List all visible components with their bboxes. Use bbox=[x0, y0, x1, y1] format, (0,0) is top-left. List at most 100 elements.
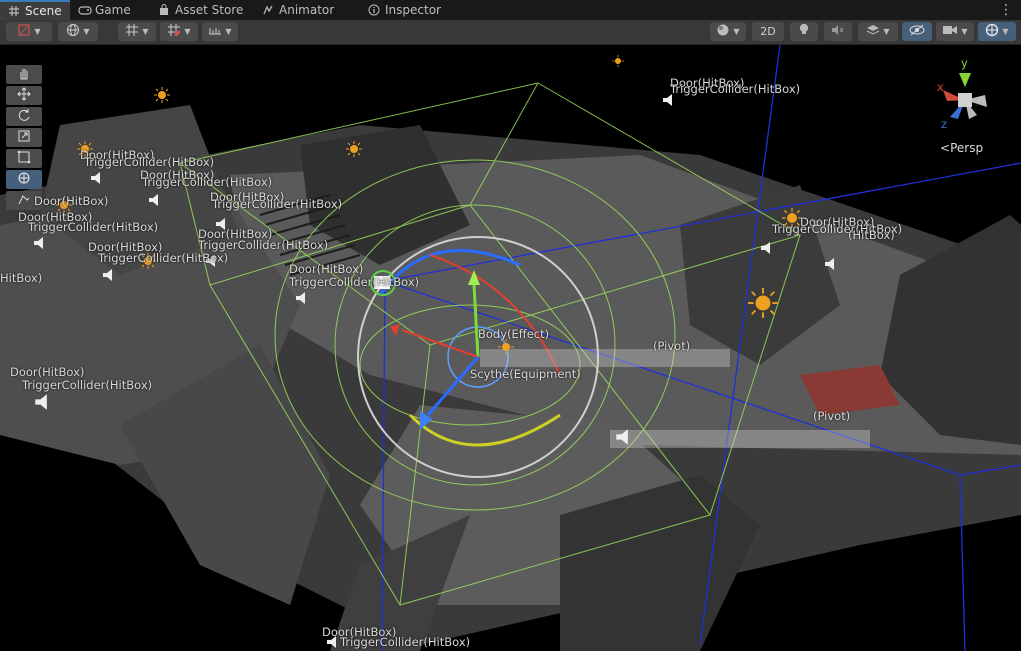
effects-dropdown[interactable]: ▼ bbox=[858, 22, 898, 41]
tab-scene[interactable]: Scene bbox=[0, 0, 70, 20]
chevron-down-icon: ▼ bbox=[961, 27, 968, 36]
audio-source-icon bbox=[34, 393, 52, 411]
move-tool-button[interactable] bbox=[6, 86, 42, 105]
move-arrows-icon bbox=[17, 87, 31, 104]
light-icon bbox=[498, 339, 514, 355]
tab-asset-store[interactable]: Asset Store bbox=[150, 0, 254, 20]
render-mode-dropdown[interactable]: ▼ bbox=[58, 22, 98, 41]
ruler-snap-button[interactable]: ▼ bbox=[202, 22, 238, 41]
scene-viewport[interactable]: y x z <Persp Door(HitBox) TriggerCollide… bbox=[0, 45, 1021, 651]
object-label: TriggerCollider(HitBox) bbox=[22, 378, 153, 392]
audio-toggle-button[interactable] bbox=[824, 22, 852, 41]
2d-toggle-button[interactable]: 2D bbox=[752, 22, 784, 41]
hand-icon bbox=[17, 66, 31, 83]
object-label: Door(HitBox) bbox=[289, 262, 364, 276]
chevron-down-icon: ▼ bbox=[83, 27, 90, 36]
tab-label: Asset Store bbox=[175, 3, 244, 17]
tab-label: Game bbox=[95, 3, 131, 17]
tab-label: Inspector bbox=[385, 3, 441, 17]
axis-z-label: z bbox=[941, 117, 948, 131]
object-label: (HitBox) bbox=[848, 228, 895, 242]
rotate-tool-button[interactable] bbox=[6, 107, 42, 126]
window-tab-bar: Scene Game Asset Store Animator Inspecto… bbox=[0, 0, 1021, 20]
object-label: TriggerCollider(HitBox) bbox=[289, 275, 420, 289]
info-icon bbox=[368, 4, 380, 16]
light-icon bbox=[154, 87, 170, 103]
object-label: (Pivot) bbox=[653, 339, 691, 353]
custom-tool-icon bbox=[17, 192, 31, 209]
animator-icon bbox=[262, 4, 274, 16]
chevron-down-icon: ▼ bbox=[883, 27, 890, 36]
axis-y-label: y bbox=[961, 56, 968, 70]
sphere-icon bbox=[716, 23, 730, 40]
chevron-down-icon: ▼ bbox=[733, 27, 740, 36]
grid-icon bbox=[125, 23, 139, 40]
rect-icon bbox=[17, 150, 31, 167]
hand-tool-button[interactable] bbox=[6, 65, 42, 84]
chevron-down-icon: ▼ bbox=[184, 27, 191, 36]
transform-tool-button[interactable] bbox=[6, 170, 42, 189]
audio-source-icon bbox=[760, 241, 774, 255]
tab-animator[interactable]: Animator bbox=[254, 0, 360, 20]
scale-icon bbox=[17, 129, 31, 146]
object-label: TriggerCollider(HitBox) bbox=[98, 251, 229, 265]
audio-source-icon bbox=[33, 236, 47, 250]
audio-source-icon bbox=[102, 268, 116, 282]
object-label: HitBox) bbox=[0, 271, 43, 285]
draw-mode-dropdown[interactable]: ▼ bbox=[6, 22, 52, 41]
rect-tool-button[interactable] bbox=[6, 149, 42, 168]
chevron-down-icon: ▼ bbox=[225, 27, 232, 36]
shaded-icon bbox=[17, 23, 31, 40]
tab-label: Scene bbox=[25, 4, 62, 18]
2d-label: 2D bbox=[760, 25, 776, 38]
axis-x-label: x bbox=[937, 80, 944, 94]
projection-label: Persp bbox=[950, 141, 984, 155]
hash-icon bbox=[8, 5, 20, 17]
camera-settings-dropdown[interactable]: ▼ bbox=[936, 22, 974, 41]
object-label: TriggerCollider(HitBox) bbox=[142, 175, 273, 189]
globe-icon bbox=[66, 23, 80, 40]
audio-source-icon bbox=[615, 428, 633, 446]
rotate-icon bbox=[17, 108, 31, 125]
object-label: TriggerCollider(HitBox) bbox=[198, 238, 329, 252]
shopping-bag-icon bbox=[158, 4, 170, 16]
axis-cube-icon bbox=[943, 73, 987, 119]
object-label: Door(HitBox) bbox=[34, 194, 109, 208]
lighting-toggle-button[interactable] bbox=[790, 22, 818, 41]
gizmos-dropdown[interactable]: ▼ bbox=[978, 22, 1016, 41]
scale-tool-button[interactable] bbox=[6, 128, 42, 147]
speaker-mute-icon bbox=[831, 24, 845, 39]
object-label: TriggerCollider(HitBox) bbox=[670, 82, 801, 96]
object-label: TriggerCollider(HitBox) bbox=[340, 635, 471, 649]
tab-game[interactable]: Game bbox=[70, 0, 150, 20]
increment-snap-button[interactable]: ▼ bbox=[160, 22, 198, 41]
audio-source-icon bbox=[824, 257, 838, 271]
chevron-down-icon: ▼ bbox=[34, 27, 41, 36]
gizmo-globe-icon bbox=[985, 23, 999, 40]
projection-toggle[interactable]: <Persp bbox=[940, 141, 983, 155]
object-label: Scythe(Equipment) bbox=[470, 367, 581, 381]
scene-toolbar: ▼ ▼ ▼ ▼ ▼ ▼ 2D ▼ ▼ ▼ bbox=[0, 20, 1021, 45]
audio-source-icon bbox=[295, 291, 309, 305]
gamepad-icon bbox=[78, 4, 92, 16]
more-options-icon[interactable]: ⋮ bbox=[999, 2, 1013, 18]
object-label: TriggerCollider(HitBox) bbox=[212, 197, 343, 211]
video-camera-icon bbox=[942, 24, 958, 39]
light-icon bbox=[748, 288, 778, 318]
transform-icon bbox=[17, 171, 31, 188]
layers-icon bbox=[866, 23, 880, 40]
object-label: TriggerCollider(HitBox) bbox=[84, 155, 215, 169]
tab-inspector[interactable]: Inspector bbox=[360, 0, 452, 20]
ruler-icon bbox=[208, 23, 222, 40]
eye-slash-icon bbox=[909, 24, 925, 39]
lightbulb-icon bbox=[798, 23, 810, 40]
grid-snapping-button[interactable]: ▼ bbox=[118, 22, 156, 41]
chevron-down-icon: ▼ bbox=[1002, 27, 1009, 36]
scene-visibility-toggle[interactable] bbox=[902, 22, 932, 41]
object-label: TriggerCollider(HitBox) bbox=[28, 220, 159, 234]
camera-mode-dropdown[interactable]: ▼ bbox=[710, 22, 746, 41]
snap-grid-icon bbox=[167, 23, 181, 40]
object-label: Door(HitBox) bbox=[10, 365, 85, 379]
object-label: (Pivot) bbox=[813, 409, 851, 423]
audio-source-icon bbox=[148, 193, 162, 207]
